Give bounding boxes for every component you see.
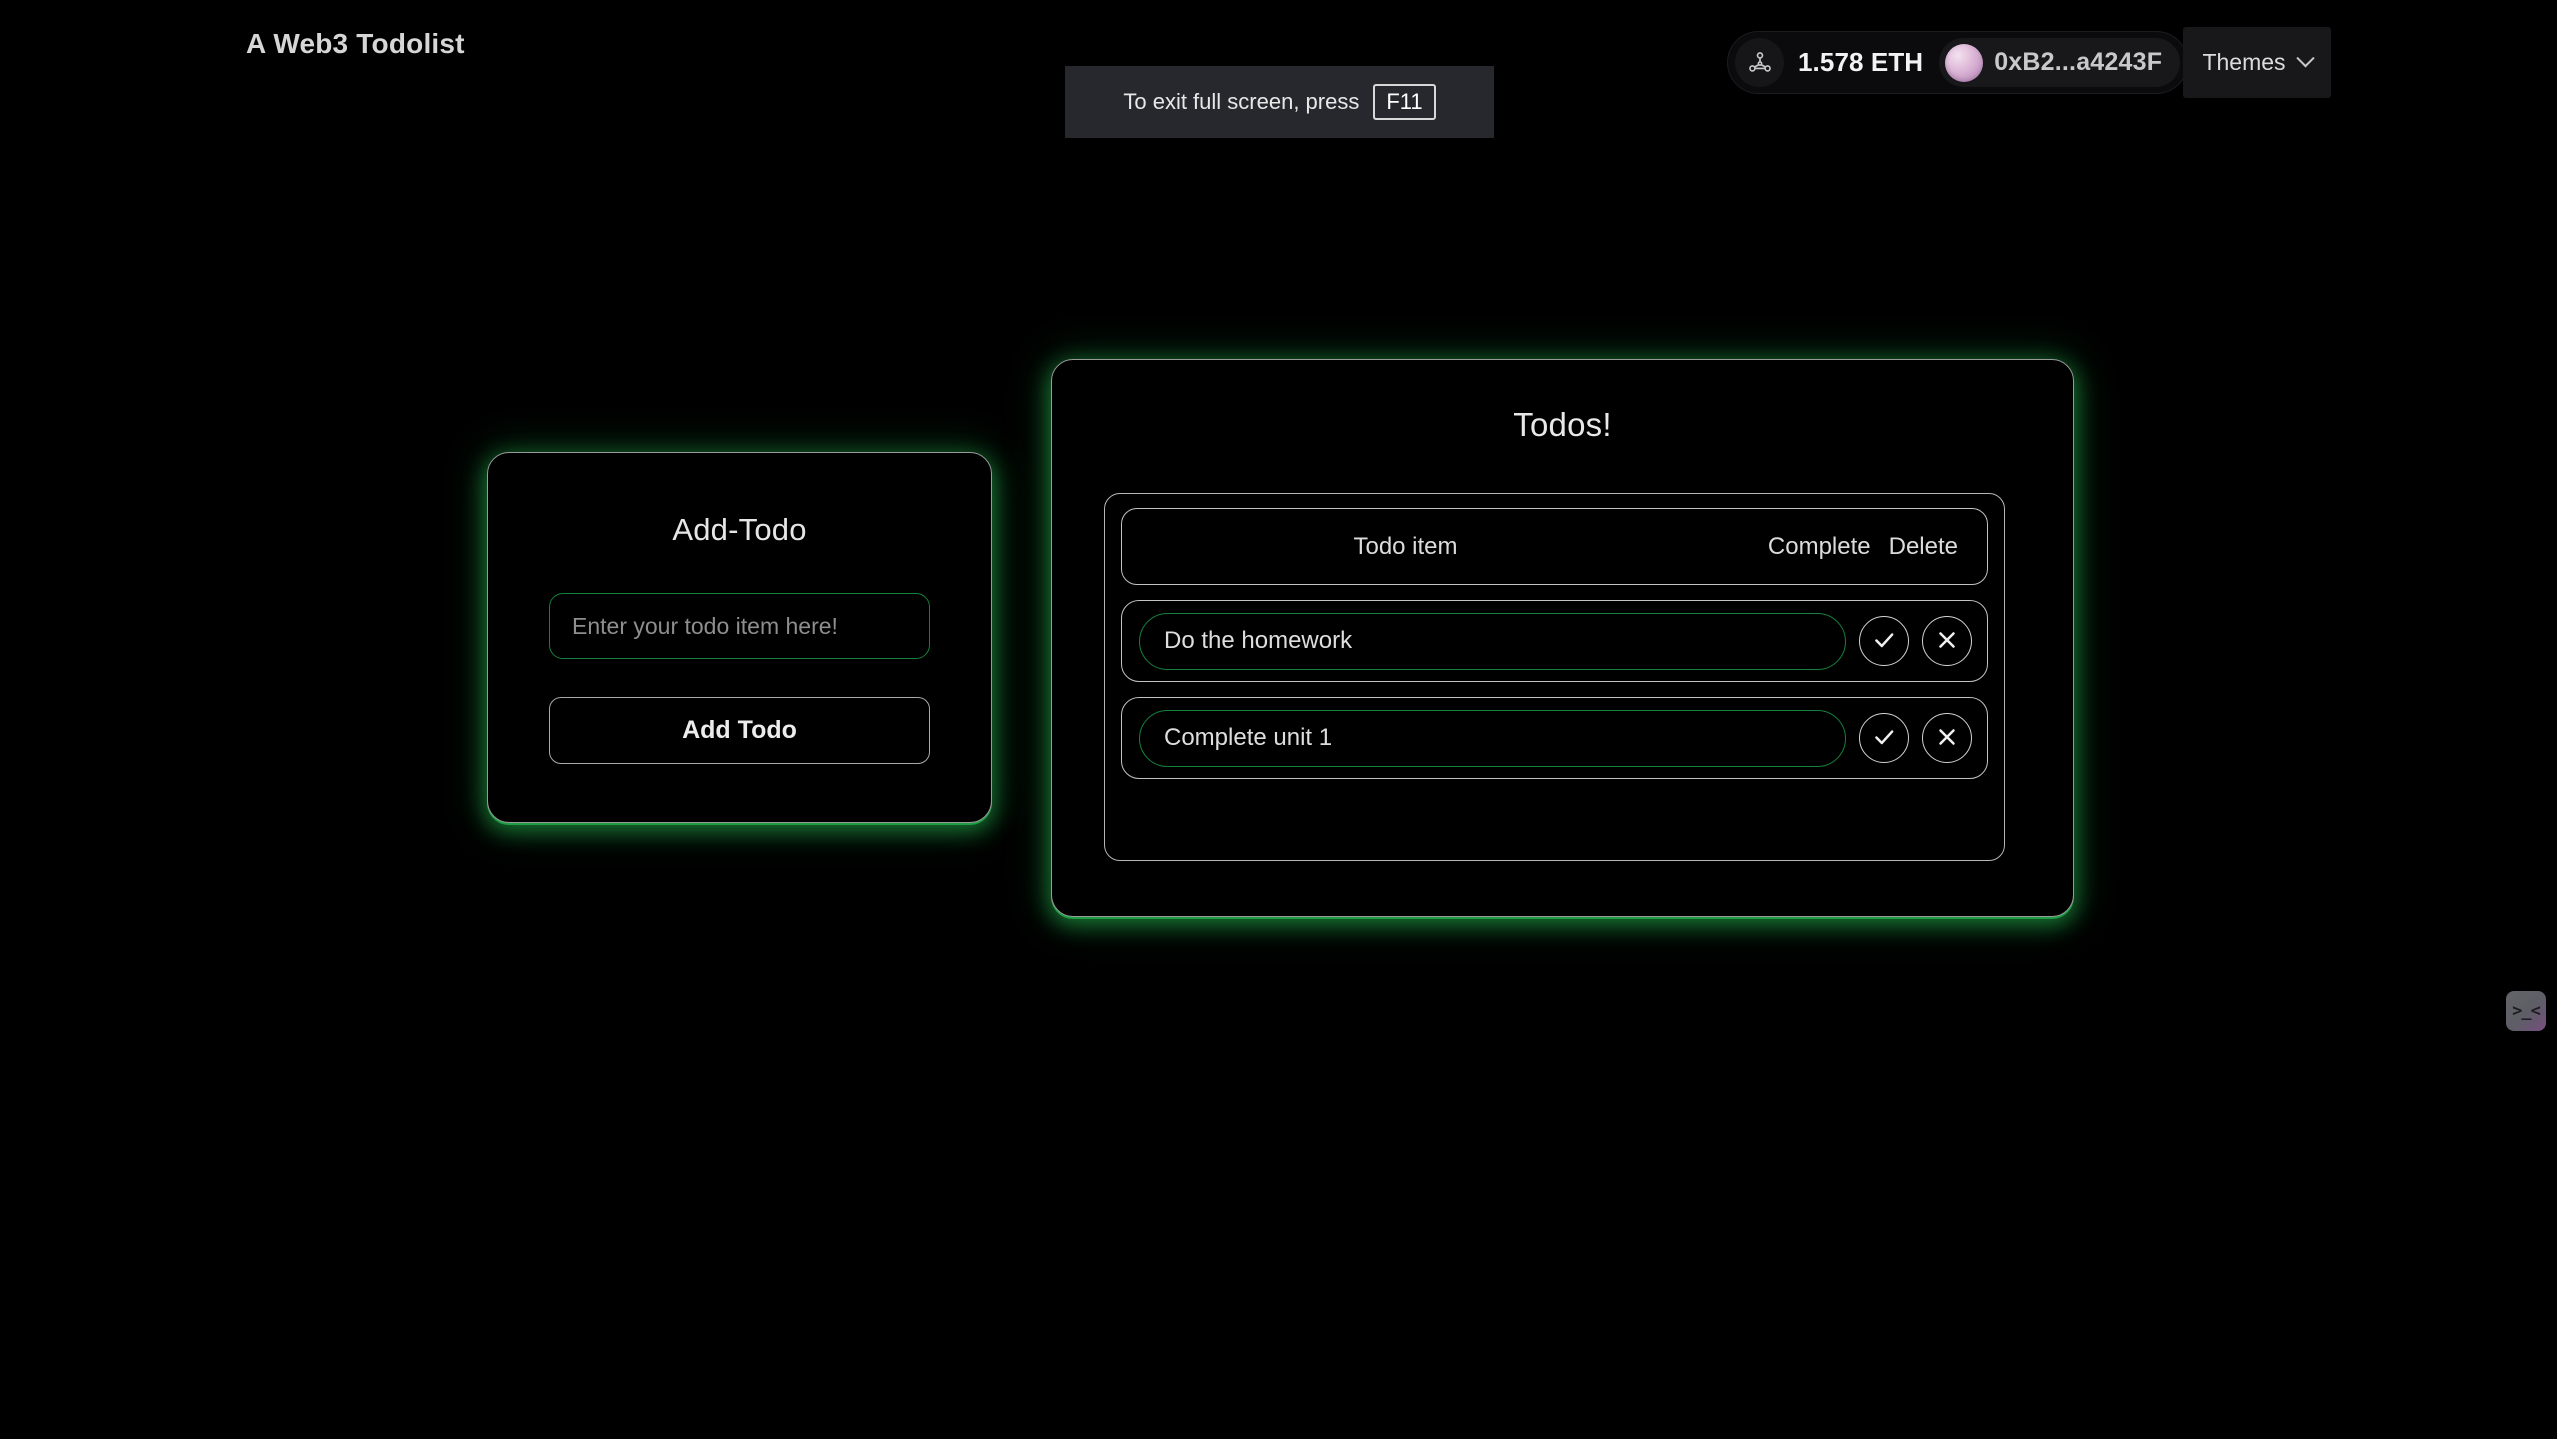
delete-todo-button[interactable]	[1922, 713, 1972, 763]
complete-todo-button[interactable]	[1859, 616, 1909, 666]
column-header-item: Todo item	[1353, 532, 1458, 560]
column-header-actions: Complete Delete	[1768, 533, 1958, 561]
todos-card: Todos! Todo item Complete Delete	[1051, 359, 2074, 917]
todos-title: Todos!	[1513, 406, 1612, 443]
todos-table: Todo item Complete Delete	[1104, 493, 2005, 861]
table-row	[1121, 697, 1988, 779]
complete-todo-button[interactable]	[1859, 713, 1909, 763]
todos-table-header: Todo item Complete Delete	[1121, 508, 1988, 585]
add-todo-title: Add-Todo	[672, 512, 807, 547]
face-icon: >_<	[2512, 1000, 2541, 1021]
column-header-complete: Complete	[1767, 532, 1871, 560]
add-todo-button[interactable]: Add Todo	[549, 697, 930, 764]
column-header-delete: Delete	[1888, 532, 1958, 560]
todo-item-input[interactable]	[1139, 709, 1846, 767]
table-row	[1121, 600, 1988, 682]
add-todo-card: Add-Todo Add Todo	[487, 452, 992, 823]
check-icon	[1871, 627, 1897, 656]
delete-todo-button[interactable]	[1922, 616, 1972, 666]
todo-item-input[interactable]	[1139, 612, 1846, 670]
add-todo-input[interactable]	[549, 593, 930, 659]
check-icon	[1871, 724, 1897, 753]
close-icon	[1934, 724, 1960, 753]
main-stage: Add-Todo Add Todo Todos! Todo item Compl…	[0, 0, 2557, 1439]
close-icon	[1934, 627, 1960, 656]
corner-face-widget[interactable]: >_<	[2506, 991, 2546, 1031]
